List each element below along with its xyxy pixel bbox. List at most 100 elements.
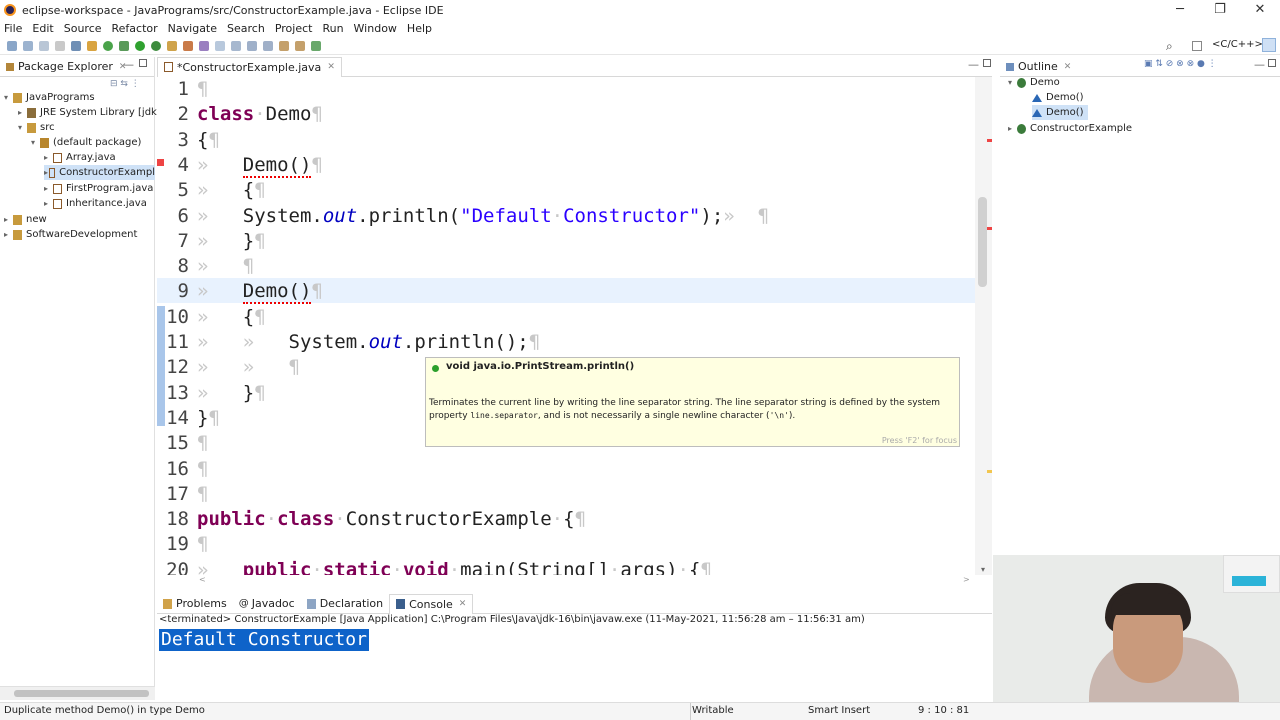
minimize-view-icon[interactable]: —	[123, 58, 134, 71]
menu-file[interactable]: File	[4, 22, 22, 35]
tree-item[interactable]: ▸ Inheritance.java	[44, 196, 147, 211]
debug-icon[interactable]	[119, 40, 129, 51]
back-icon[interactable]	[279, 40, 289, 51]
tree-item[interactable]: ▾ src	[18, 120, 55, 135]
status-insert-mode[interactable]: Smart Insert	[808, 705, 870, 716]
toggle-mark-occurrences-icon[interactable]	[199, 40, 209, 51]
menu-source[interactable]: Source	[64, 22, 102, 35]
tree-item[interactable]: ▸ JRE System Library [jdk-1	[18, 105, 167, 120]
tab-problems[interactable]: Problems	[157, 594, 233, 614]
code-text[interactable]: ¶	[197, 431, 208, 456]
code-text[interactable]: ¶	[197, 457, 208, 482]
tree-item[interactable]: ▾ JavaPrograms	[4, 90, 95, 105]
maximize-view-icon[interactable]	[1268, 59, 1276, 67]
minimize-button[interactable]: ─	[1160, 0, 1200, 20]
tree-item[interactable]: ▾ (default package)	[31, 135, 141, 150]
tree-item[interactable]: ▸ FirstProgram.java	[44, 181, 153, 196]
code-line[interactable]: 16 ¶	[157, 457, 975, 482]
warning-overview-marker[interactable]	[987, 470, 992, 473]
tab-constructor-example[interactable]: *ConstructorExample.java ✕	[157, 56, 342, 77]
open-perspective-icon[interactable]	[1192, 41, 1202, 51]
code-area[interactable]: 1 ¶ 2 class·Demo¶ 3 {¶ 4» Demo()¶ 5» {¶ 6» Syste…	[157, 77, 975, 575]
code-line[interactable]: 5 » {¶	[157, 178, 975, 203]
scrollbar-thumb[interactable]	[978, 197, 987, 287]
code-line[interactable]: 19 ¶	[157, 532, 975, 557]
show-whitespace-icon[interactable]	[231, 40, 241, 51]
code-line[interactable]: 4 » Demo()¶	[157, 153, 975, 178]
tab-console[interactable]: Console ✕	[389, 593, 474, 614]
collapse-all-icon[interactable]: ⊟ ⇆ ⋮	[110, 79, 140, 89]
tab-declaration[interactable]: Declaration	[301, 594, 389, 614]
code-text[interactable]: {¶	[197, 128, 220, 153]
outline-toolbar-icons[interactable]: ▣ ⇅ ⊘ ⊗ ⊗ ● ⋮	[1144, 59, 1217, 69]
code-line[interactable]: 3 {¶	[157, 128, 975, 153]
outline-item-selected[interactable]: Demo()	[1032, 105, 1088, 120]
maximize-view-icon[interactable]	[139, 59, 147, 67]
outline-item[interactable]: Demo()	[1032, 90, 1084, 105]
horizontal-scrollbar[interactable]	[0, 686, 155, 700]
code-line[interactable]: 11 » » System.out.println();¶	[157, 330, 975, 355]
code-text[interactable]: public·class·ConstructorExample·{¶	[197, 507, 586, 532]
editor-horizontal-scrollbar[interactable]: < >	[157, 575, 975, 587]
next-annotation-icon[interactable]	[247, 40, 257, 51]
scrollbar-thumb[interactable]	[14, 690, 149, 697]
code-text[interactable]: » }¶	[197, 229, 266, 254]
scroll-left-icon[interactable]: <	[199, 575, 206, 584]
code-line[interactable]: 2 class·Demo¶	[157, 102, 975, 127]
code-text[interactable]: » Demo()¶	[197, 153, 323, 178]
menu-help[interactable]: Help	[407, 22, 432, 35]
code-line[interactable]: 18 public·class·ConstructorExample·{¶	[157, 507, 975, 532]
java-perspective-icon[interactable]	[1262, 38, 1276, 52]
error-overview-marker[interactable]	[987, 139, 992, 142]
outline-item[interactable]: ▸ ConstructorExample	[1008, 121, 1132, 136]
toggle-block-selection-icon[interactable]	[215, 40, 225, 51]
tree-item[interactable]: ▸ new	[4, 212, 47, 227]
code-text[interactable]: }¶	[197, 406, 220, 431]
code-line[interactable]: 20 » public·static·void·main(String[]·arg…	[157, 558, 975, 575]
search-icon[interactable]: ⌕	[1166, 39, 1173, 54]
coverage-icon[interactable]	[103, 40, 113, 51]
minimize-view-icon[interactable]: —	[968, 58, 979, 71]
code-text[interactable]: » {¶	[197, 305, 266, 330]
code-text[interactable]: » Demo()¶	[197, 279, 323, 305]
close-icon[interactable]: ✕	[459, 599, 467, 609]
search-tool-icon[interactable]	[183, 40, 193, 51]
code-line[interactable]: 7 » }¶	[157, 229, 975, 254]
scroll-down-icon[interactable]: ▾	[981, 565, 985, 574]
tab-outline[interactable]: Outline ✕	[1000, 57, 1077, 77]
javadoc-hover-tooltip[interactable]: void java.io.PrintStream.println() Termi…	[425, 357, 960, 447]
code-text[interactable]: » System.out.println("Default·Constructo…	[197, 204, 769, 229]
code-text[interactable]: » » System.out.println();¶	[197, 330, 540, 355]
menu-navigate[interactable]: Navigate	[168, 22, 217, 35]
scroll-right-icon[interactable]: >	[963, 575, 970, 584]
code-text[interactable]: » » ¶	[197, 355, 300, 380]
tab-package-explorer[interactable]: Package Explorer ✕	[0, 57, 132, 77]
menu-refactor[interactable]: Refactor	[112, 22, 158, 35]
menu-search[interactable]: Search	[227, 22, 265, 35]
console-output[interactable]: Default Constructor	[159, 629, 369, 651]
forward-icon[interactable]	[295, 40, 305, 51]
code-text[interactable]: » {¶	[197, 178, 266, 203]
tree-item-selected[interactable]: ▸ ConstructorExampl	[44, 165, 155, 180]
code-text[interactable]: ¶	[197, 532, 208, 557]
menu-project[interactable]: Project	[275, 22, 313, 35]
save-all-icon[interactable]	[39, 40, 49, 51]
tree-item[interactable]: ▸ Array.java	[44, 150, 116, 165]
pin-editor-icon[interactable]	[311, 40, 321, 51]
code-line[interactable]: 6 » System.out.println("Default·Construct…	[157, 204, 975, 229]
code-text[interactable]: class·Demo¶	[197, 102, 323, 127]
close-button[interactable]: ✕	[1240, 0, 1280, 20]
print-icon[interactable]	[55, 40, 65, 51]
vertical-scrollbar[interactable]: ▾	[975, 77, 992, 575]
code-line[interactable]: 10 » {¶	[157, 305, 975, 330]
close-icon[interactable]: ✕	[1064, 62, 1072, 72]
run-icon[interactable]	[135, 40, 145, 51]
code-line[interactable]: 1 ¶	[157, 77, 975, 102]
menu-run[interactable]: Run	[322, 22, 343, 35]
close-icon[interactable]: ✕	[327, 62, 335, 72]
code-text[interactable]: » ¶	[197, 254, 254, 279]
error-overview-marker[interactable]	[987, 227, 992, 230]
previous-annotation-icon[interactable]	[263, 40, 273, 51]
menu-window[interactable]: Window	[354, 22, 397, 35]
run-external-icon[interactable]	[151, 40, 161, 51]
